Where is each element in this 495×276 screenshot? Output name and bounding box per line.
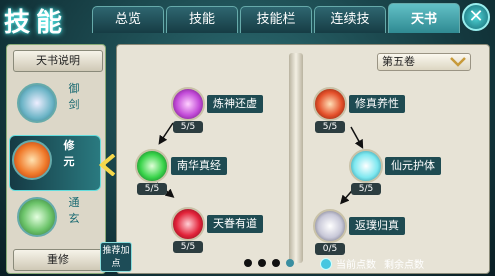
- skill-icon: [313, 87, 347, 121]
- skill-name: 天眷有道: [207, 215, 263, 233]
- skill-name: 修真养性: [349, 95, 405, 113]
- skill-name: 炼神还虚: [207, 95, 263, 113]
- page-dot[interactable]: [272, 259, 280, 267]
- skill-level: 5/5: [137, 183, 167, 195]
- skill-node[interactable]: 5/5 修真养性: [313, 87, 463, 133]
- skill-icon: [171, 207, 205, 241]
- page-dot[interactable]: [258, 259, 266, 267]
- points-bar: 当前点数 剩余点数: [320, 256, 428, 271]
- skill-node[interactable]: 5/5 仙元护体: [349, 149, 495, 195]
- tab-combo[interactable]: 连续技: [314, 6, 386, 33]
- skill-icon: [171, 87, 205, 121]
- page-dot-active[interactable]: [286, 259, 294, 267]
- skill-level: 5/5: [315, 121, 345, 133]
- chevron-down-icon: [450, 57, 466, 67]
- tab-overview[interactable]: 总览: [92, 6, 164, 33]
- tab-skill-bar[interactable]: 技能栏: [240, 6, 312, 33]
- skill-icon: [349, 149, 383, 183]
- skill-node[interactable]: 5/5 天眷有道: [171, 207, 321, 253]
- school-tongxuan[interactable]: 通玄: [15, 193, 103, 249]
- skill-icon: [313, 209, 347, 243]
- school-label: 修元: [63, 139, 75, 168]
- yujian-icon: [17, 83, 57, 123]
- school-xiuyuan[interactable]: 修元: [9, 135, 101, 191]
- tianshu-help-button[interactable]: 天书说明: [13, 50, 103, 72]
- tab-skills[interactable]: 技能: [166, 6, 238, 33]
- remaining-points-label: 剩余点数: [384, 260, 424, 271]
- xiuyuan-icon: [12, 140, 52, 180]
- points-gem-icon: [320, 257, 332, 270]
- school-label: 通玄: [68, 196, 80, 225]
- tongxuan-icon: [17, 197, 57, 237]
- volume-value: 第五卷: [382, 55, 415, 68]
- skill-level: 5/5: [173, 241, 203, 253]
- reset-button[interactable]: 重修: [13, 249, 103, 271]
- skill-level: 5/5: [351, 183, 381, 195]
- page-dots: [244, 259, 294, 267]
- tab-tianshu[interactable]: 天书: [388, 3, 460, 33]
- current-points-label: 当前点数: [336, 260, 376, 271]
- skill-name: 返璞归真: [349, 217, 405, 235]
- skill-level: 5/5: [173, 121, 203, 133]
- tab-bar: 总览 技能 技能栏 连续技 天书: [92, 3, 460, 33]
- skill-node[interactable]: 0/5 返璞归真: [313, 209, 463, 255]
- close-icon[interactable]: ✕: [462, 3, 490, 31]
- page-dot[interactable]: [244, 259, 252, 267]
- sidebar: 天书说明 御剑 修元 通玄 重修: [6, 44, 106, 274]
- skill-node[interactable]: 5/5 炼神还虚: [171, 87, 321, 133]
- selected-arrow-icon: [98, 154, 116, 176]
- skill-window: 技能 总览 技能 技能栏 连续技 天书 ✕ 天书说明 御剑 修元 通玄 重修 第…: [0, 0, 495, 276]
- skill-icon: [135, 149, 169, 183]
- volume-select[interactable]: 第五卷: [377, 53, 471, 71]
- recommend-points-button[interactable]: 推荐加点: [100, 242, 132, 272]
- skill-name: 仙元护体: [385, 157, 441, 175]
- school-label: 御剑: [68, 82, 80, 111]
- school-yujian[interactable]: 御剑: [15, 79, 103, 135]
- skill-level: 0/5: [315, 243, 345, 255]
- window-title: 技能: [4, 8, 69, 38]
- skill-name: 南华真经: [171, 157, 227, 175]
- skill-tree-panel: 第五卷 5/5 炼神还虚 5/5 南华真经 5/5 天眷有道 5/5 修真养性 …: [116, 44, 490, 274]
- skill-node[interactable]: 5/5 南华真经: [135, 149, 285, 195]
